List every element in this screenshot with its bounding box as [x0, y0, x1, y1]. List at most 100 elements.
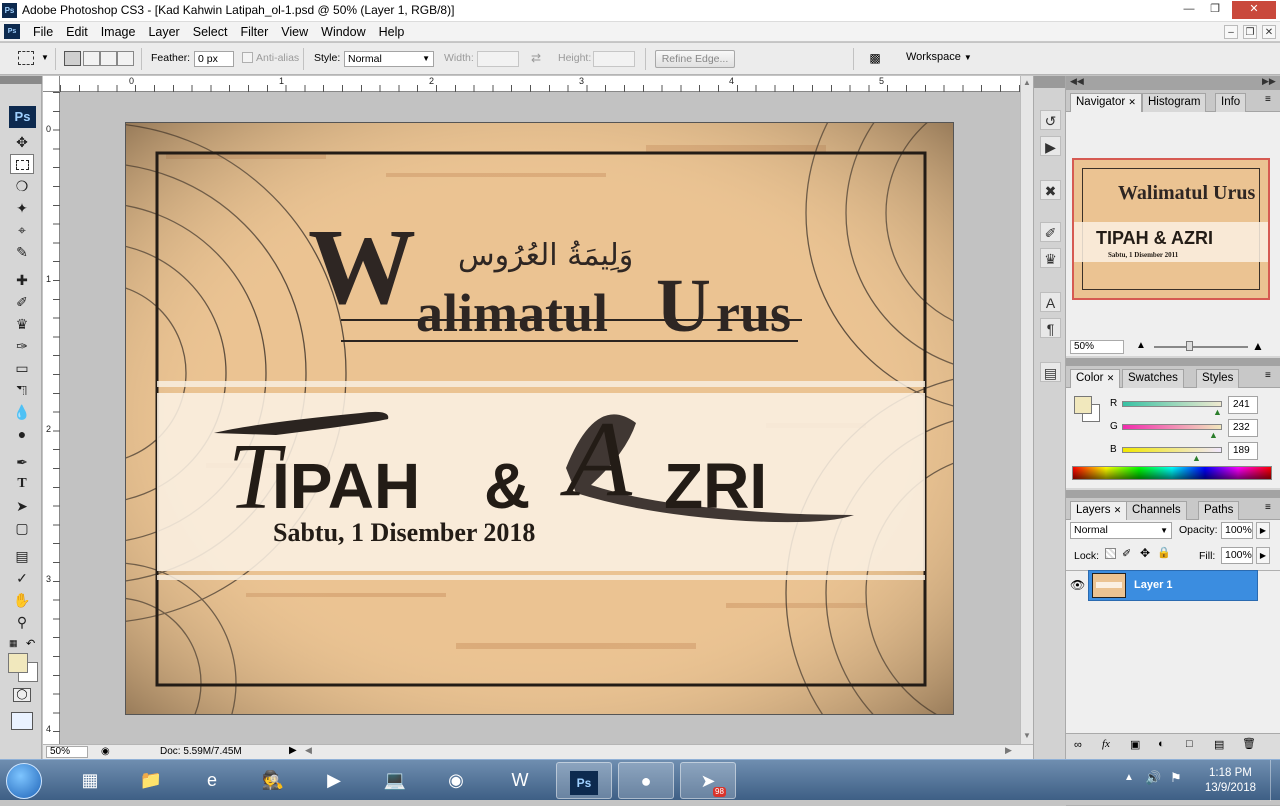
doc-restore-icon[interactable]: ❐ [1243, 25, 1257, 39]
foreground-color-swatch[interactable] [8, 653, 28, 673]
toolbox-header[interactable] [0, 76, 42, 84]
doc-close-icon[interactable]: ✕ [1262, 25, 1276, 39]
clone-stamp-tool-icon[interactable]: ♛ [10, 314, 34, 334]
tab-paths[interactable]: Paths [1198, 501, 1240, 520]
width-input[interactable] [477, 51, 519, 67]
blur-tool-icon[interactable]: 💧 [10, 402, 34, 422]
subtract-selection-icon[interactable] [100, 51, 117, 66]
navigator-zoom-slider[interactable] [1154, 346, 1248, 348]
panels-header[interactable]: ◀◀ ▶▶ [1066, 76, 1280, 90]
bridge-icon[interactable]: ▩ [864, 50, 886, 67]
default-colors-icon[interactable]: ▦ [9, 638, 18, 649]
scroll-right-icon[interactable]: ▶ [1005, 745, 1012, 756]
tab-swatches[interactable]: Swatches [1122, 369, 1184, 388]
layer-mask-icon[interactable]: ▣ [1130, 738, 1140, 751]
zoom-in-icon[interactable]: ▲ [1252, 339, 1264, 353]
color-fg-swatch[interactable] [1074, 396, 1092, 414]
apps-grid-icon[interactable]: ▦ [62, 762, 118, 799]
channel-thumb-b[interactable]: ▲ [1192, 453, 1201, 463]
file-explorer-icon[interactable]: 📁 [123, 762, 179, 799]
zoom-tool-icon[interactable]: ⚲ [10, 612, 34, 632]
channel-slider-r[interactable] [1122, 401, 1222, 407]
tab-styles[interactable]: Styles [1196, 369, 1240, 388]
layer-row[interactable]: 👁 Layer 1 [1066, 570, 1280, 602]
telegram-icon[interactable]: ➤ 98 [680, 762, 736, 799]
swap-colors-icon[interactable]: ↶ [26, 637, 35, 650]
panel-menu-icon[interactable]: ≡ [1265, 502, 1271, 513]
brushes-panel-icon[interactable]: ✐ [1040, 222, 1061, 242]
history-panel-icon[interactable]: ↺ [1040, 110, 1061, 130]
menu-image[interactable]: Image [96, 25, 141, 39]
ruler-top[interactable]: 0 1 2 3 4 5 [60, 76, 1020, 92]
path-selection-tool-icon[interactable]: ➤ [10, 496, 34, 516]
tab-histogram[interactable]: Histogram [1142, 93, 1207, 112]
opacity-arrow-icon[interactable]: ▶ [1256, 522, 1270, 539]
layer-comps-icon[interactable]: ▤ [1040, 362, 1061, 382]
dodge-tool-icon[interactable]: ● [10, 424, 34, 444]
scroll-left-icon[interactable]: ◀ [305, 745, 312, 756]
channel-value-b[interactable]: 189 [1228, 442, 1258, 460]
history-brush-tool-icon[interactable]: ✑ [10, 336, 34, 356]
opacity-input[interactable]: 100% [1221, 522, 1253, 539]
network-icon[interactable]: 💻 [367, 762, 423, 799]
photoshop-icon[interactable]: Ps [556, 762, 612, 799]
menu-window[interactable]: Window [316, 25, 370, 39]
swap-dimensions-icon[interactable]: ⇄ [531, 51, 541, 65]
type-tool-icon[interactable]: T [10, 474, 34, 494]
new-group-icon[interactable]: □ [1186, 738, 1193, 750]
screen-mode-icon[interactable] [11, 712, 33, 730]
status-info-icon[interactable]: ◉ [101, 746, 110, 757]
style-select[interactable]: Normal ▼ [344, 51, 434, 67]
menu-file[interactable]: File [28, 25, 58, 39]
channel-value-r[interactable]: 241 [1228, 396, 1258, 414]
eraser-tool-icon[interactable]: ▭ [10, 358, 34, 378]
height-input[interactable] [593, 51, 635, 67]
marquee-preset-icon[interactable] [18, 51, 34, 65]
scroll-down-icon[interactable]: ▼ [1023, 731, 1031, 740]
volume-icon[interactable]: 🔊 [1145, 770, 1161, 786]
refine-edge-button[interactable]: Refine Edge... [655, 50, 735, 68]
start-orb-icon[interactable] [6, 763, 42, 799]
healing-brush-tool-icon[interactable]: ✚ [10, 270, 34, 290]
zoom-out-icon[interactable]: ▲ [1136, 340, 1146, 351]
blend-mode-select[interactable]: Normal ▼ [1070, 522, 1172, 539]
menu-edit[interactable]: Edit [61, 25, 93, 39]
lock-image-icon[interactable]: ✐ [1122, 547, 1131, 560]
quick-mask-icon[interactable]: ◯ [13, 688, 31, 702]
add-to-selection-icon[interactable] [83, 51, 100, 66]
eye-icon[interactable]: 👁 [1070, 578, 1085, 592]
collapse-icon-right[interactable]: ▶▶ [1262, 76, 1276, 87]
word-icon[interactable]: W [492, 762, 548, 799]
tab-layers[interactable]: Layers ✕ [1070, 501, 1128, 520]
brush-tool-icon[interactable]: ✐ [10, 292, 34, 312]
rectangular-marquee-tool-icon[interactable] [10, 154, 34, 174]
navigator-thumbnail[interactable]: Walimatul Urus TIPAH & AZRI Sabtu, 1 Dis… [1072, 158, 1270, 300]
color-spectrum-bar[interactable] [1072, 466, 1272, 480]
document-canvas[interactable]: W alimatul U rus وَلِيمَةُ العُرُوس T IP… [125, 122, 954, 715]
tab-color[interactable]: Color ✕ [1070, 369, 1121, 388]
intersect-selection-icon[interactable] [117, 51, 134, 66]
paint-bucket-tool-icon[interactable]: ⛠ [10, 380, 34, 400]
dock-header[interactable] [1034, 76, 1065, 88]
layer-name[interactable]: Layer 1 [1134, 579, 1173, 591]
lock-all-icon[interactable]: 🔒 [1157, 546, 1171, 559]
tab-channels[interactable]: Channels [1126, 501, 1187, 520]
close-icon[interactable]: ✕ [1232, 1, 1276, 19]
slice-tool-icon[interactable]: ✎ [10, 242, 34, 262]
adjustment-layer-icon[interactable]: ◐ [1158, 738, 1165, 750]
lasso-tool-icon[interactable]: ❍ [10, 176, 34, 196]
zoom-field[interactable]: 50% [46, 746, 88, 758]
crop-tool-icon[interactable]: ⌖ [10, 220, 34, 240]
menu-help[interactable]: Help [374, 25, 410, 39]
internet-explorer-icon[interactable]: e [184, 762, 240, 799]
navigator-zoom-field[interactable]: 50% [1070, 340, 1124, 354]
scroll-up-icon[interactable]: ▲ [1023, 78, 1031, 87]
zoom-slider-thumb[interactable] [1186, 341, 1193, 351]
feather-input[interactable]: 0 px [194, 51, 234, 67]
status-menu-icon[interactable]: ▶ [289, 745, 297, 756]
workspace-button[interactable]: Workspace ▼ [906, 51, 972, 63]
channel-slider-b[interactable] [1122, 447, 1222, 453]
panel-menu-icon[interactable]: ≡ [1265, 94, 1271, 105]
move-tool-icon[interactable]: ✥ [10, 132, 34, 152]
spy-tool-icon[interactable]: 🕵 [245, 762, 301, 799]
